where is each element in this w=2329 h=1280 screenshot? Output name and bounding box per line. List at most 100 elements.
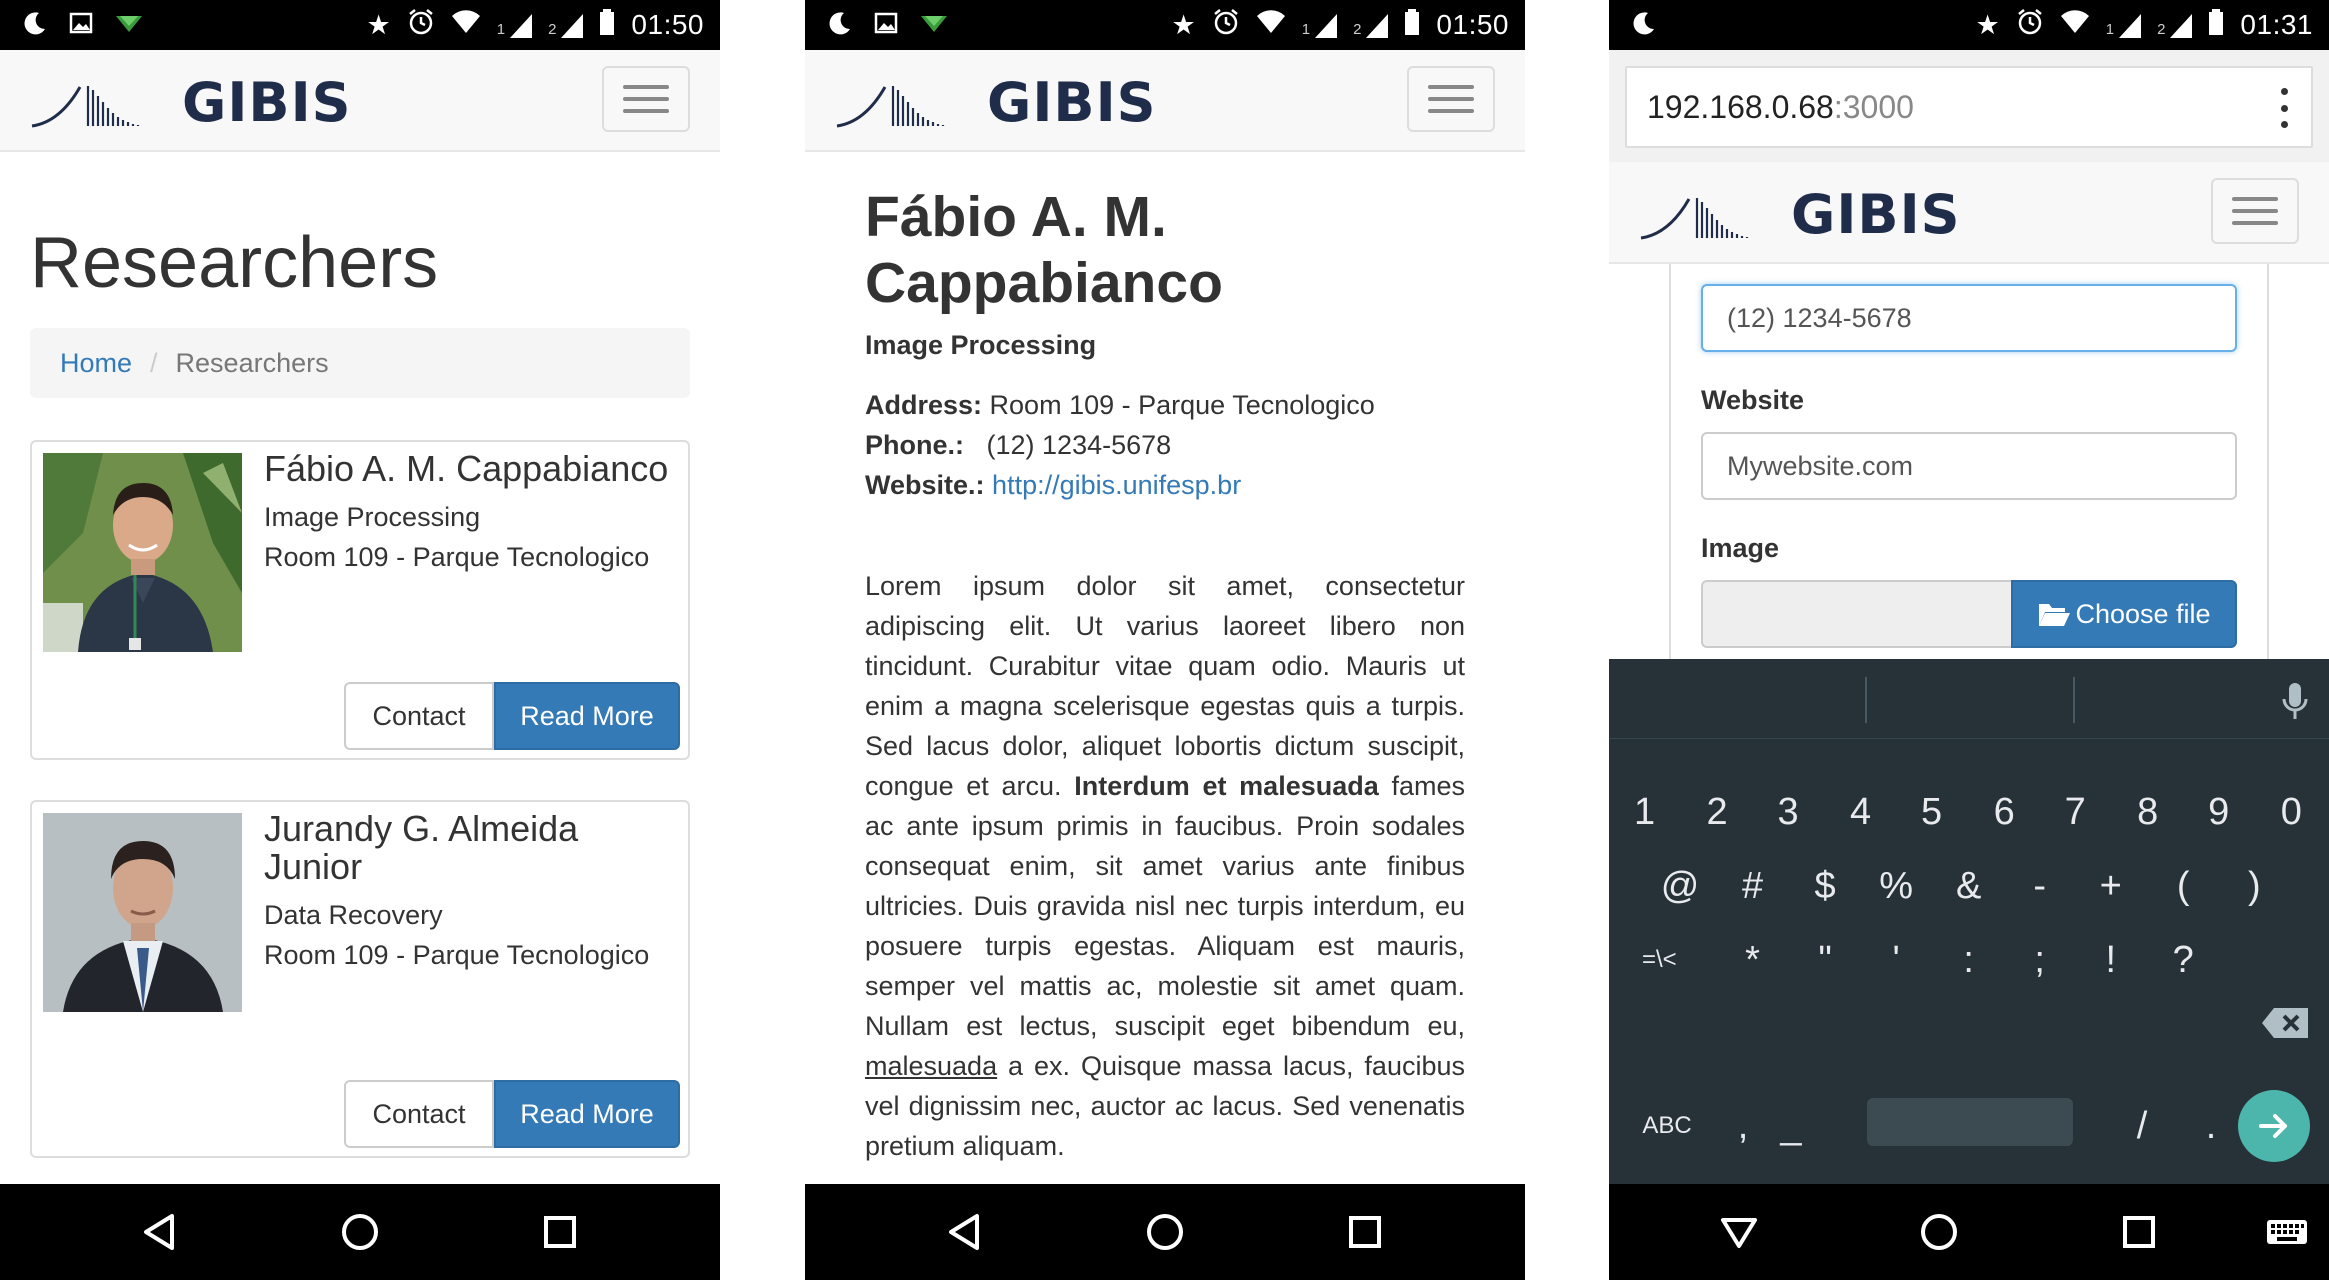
keyboard-key[interactable]: )	[2218, 850, 2290, 922]
back-down-icon[interactable]	[1715, 1208, 1763, 1256]
phone-input[interactable]: (12) 1234-5678	[1701, 284, 2237, 352]
period-key[interactable]: .	[2175, 1090, 2247, 1162]
keyboard-key[interactable]: (	[2147, 850, 2219, 922]
keyboard-key[interactable]: 4	[1825, 776, 1897, 848]
keyboard-key[interactable]: %	[1860, 850, 1932, 922]
keyboard-key[interactable]: !	[2075, 924, 2147, 996]
website-input[interactable]: Mywebsite.com	[1701, 432, 2237, 500]
keyboard-key[interactable]: 9	[2183, 776, 2255, 848]
signal-sim2-icon: 2	[1353, 12, 1389, 38]
back-icon[interactable]	[136, 1208, 184, 1256]
keyboard-key[interactable]: 1	[1609, 776, 1681, 848]
folder-open-icon	[2039, 604, 2071, 626]
underscore-key[interactable]: _	[1755, 1090, 1827, 1162]
recents-icon[interactable]	[2115, 1208, 2163, 1256]
keyboard-key[interactable]: =\<	[1623, 924, 1695, 996]
address-label: Address:	[865, 390, 983, 420]
star-icon: ★	[1975, 9, 2000, 40]
menu-toggle-button[interactable]	[2211, 178, 2299, 244]
more-options-icon[interactable]	[2279, 88, 2289, 128]
keyboard-key[interactable]: @	[1644, 850, 1716, 922]
keyboard-key[interactable]: &	[1933, 850, 2005, 922]
site-navbar: GIBIS	[805, 50, 1525, 152]
read-more-button[interactable]: Read More	[494, 682, 680, 750]
page-title: Researchers	[30, 223, 439, 303]
slash-key[interactable]: /	[2106, 1090, 2178, 1162]
website-line: Website.: http://gibis.unifesp.br	[865, 470, 1241, 501]
recents-icon[interactable]	[1341, 1208, 1389, 1256]
phone-label: Phone.:	[865, 430, 964, 460]
keyboard-key[interactable]: 0	[2255, 776, 2327, 848]
menu-toggle-button[interactable]	[1407, 66, 1495, 132]
keyboard-key[interactable]: 8	[2112, 776, 2184, 848]
keyboard-key[interactable]: $	[1789, 850, 1861, 922]
status-bar: ★ 1 2 01:31	[1609, 0, 2329, 50]
clock-time: 01:50	[1436, 9, 1509, 40]
website-link[interactable]: http://gibis.unifesp.br	[992, 470, 1241, 500]
hamburger-line	[2232, 209, 2278, 213]
enter-key[interactable]	[2238, 1090, 2310, 1162]
home-icon[interactable]	[1141, 1208, 1189, 1256]
keyboard-key[interactable]: "	[1789, 924, 1861, 996]
menu-toggle-button[interactable]	[602, 66, 690, 132]
choose-file-button[interactable]: Choose file	[2011, 580, 2237, 648]
file-name-display	[1701, 580, 2011, 648]
bio-underlined-text: malesuada	[865, 1051, 998, 1081]
researcher-photo	[43, 813, 242, 1012]
alarm-icon	[2016, 8, 2044, 43]
phone-screen-edit-form: ★ 1 2 01:31 192.168.0.68:3000 GIBIS (12…	[1609, 0, 2329, 1280]
keyboard-key[interactable]: 6	[1968, 776, 2040, 848]
researcher-name: Jurandy G. Almeida Junior	[264, 808, 579, 887]
address-value: Room 109 - Parque Tecnologico	[989, 390, 1375, 420]
keyboard-key[interactable]: *	[1717, 924, 1789, 996]
moon-icon	[1631, 10, 1657, 41]
read-more-button[interactable]: Read More	[494, 1080, 680, 1148]
keyboard-key[interactable]: ?	[2147, 924, 2219, 996]
keyboard-key[interactable]: 7	[2039, 776, 2111, 848]
star-icon: ★	[1171, 9, 1196, 40]
contact-button[interactable]: Contact	[344, 1080, 494, 1148]
alarm-icon	[407, 8, 435, 43]
back-icon[interactable]	[941, 1208, 989, 1256]
home-icon[interactable]	[336, 1208, 384, 1256]
signal-sim1-icon: 1	[497, 12, 533, 38]
gibis-logo[interactable]: GIBIS	[30, 71, 352, 134]
clock-time: 01:50	[631, 9, 704, 40]
home-icon[interactable]	[1915, 1208, 1963, 1256]
star-icon: ★	[366, 9, 391, 40]
keyboard-key[interactable]: ;	[2004, 924, 2076, 996]
gibis-logo[interactable]: GIBIS	[835, 71, 1157, 134]
researcher-department: Image Processing	[264, 502, 481, 532]
keyboard-key[interactable]: :	[1933, 924, 2005, 996]
hamburger-line	[1428, 109, 1474, 113]
wifi-icon	[2060, 9, 2090, 42]
choose-file-label: Choose file	[2075, 598, 2211, 629]
gibis-logo-mark	[31, 86, 140, 128]
image-icon	[68, 10, 94, 41]
researcher-bio: Lorem ipsum dolor sit amet, consectetur …	[865, 566, 1465, 1166]
keyboard-switch-icon[interactable]	[2263, 1208, 2311, 1256]
keyboard-key[interactable]: +	[2075, 850, 2147, 922]
keyboard-key[interactable]: '	[1860, 924, 1932, 996]
space-key[interactable]	[1867, 1098, 2073, 1146]
keyboard-key[interactable]: 5	[1896, 776, 1968, 848]
backspace-key[interactable]	[2249, 987, 2321, 1059]
gibis-logo[interactable]: GIBIS	[1639, 183, 1961, 246]
url-bar[interactable]: 192.168.0.68:3000	[1625, 66, 2313, 148]
keyboard-key[interactable]: 3	[1752, 776, 1824, 848]
contact-button[interactable]: Contact	[344, 682, 494, 750]
breadcrumb-home-link[interactable]: Home	[60, 348, 132, 379]
keyboard-key[interactable]: #	[1717, 850, 1789, 922]
recents-icon[interactable]	[536, 1208, 584, 1256]
researcher-room: Room 109 - Parque Tecnologico	[264, 940, 650, 970]
dot	[2280, 104, 2288, 112]
backspace-icon	[2262, 1008, 2308, 1038]
keyboard-key[interactable]: 2	[1681, 776, 1753, 848]
keyboard-key[interactable]: -	[2004, 850, 2076, 922]
dot	[2280, 121, 2288, 128]
abc-key[interactable]: ABC	[1627, 1090, 1707, 1162]
researcher-department: Image Processing	[865, 330, 1097, 360]
wifi-icon	[451, 9, 481, 42]
alarm-icon	[1212, 8, 1240, 43]
microphone-icon[interactable]	[2281, 681, 2309, 721]
